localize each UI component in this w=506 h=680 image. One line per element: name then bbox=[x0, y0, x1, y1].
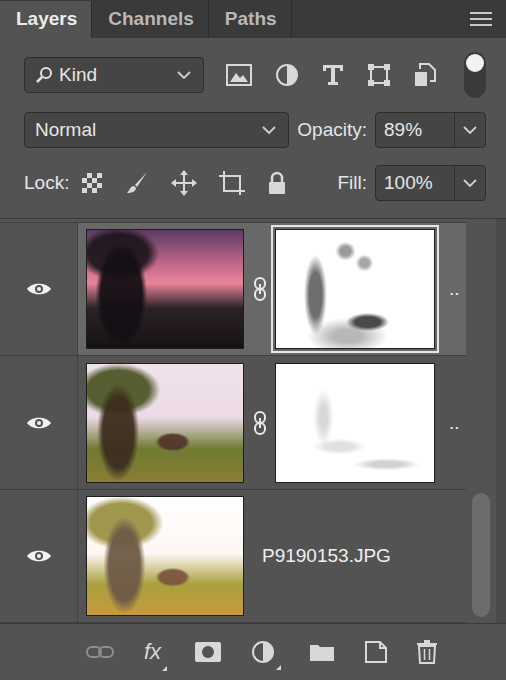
scrollbar[interactable] bbox=[466, 219, 496, 623]
layer-row[interactable]: .. bbox=[0, 356, 466, 489]
layer-mask-thumbnail[interactable] bbox=[275, 229, 435, 349]
type-layer-filter-icon[interactable] bbox=[322, 64, 344, 86]
eye-icon[interactable] bbox=[26, 281, 52, 297]
lock-position-move-icon[interactable] bbox=[171, 170, 197, 196]
layer-list-area: .... P9190153.JPG bbox=[0, 218, 506, 623]
lock-pixels-brush-icon[interactable] bbox=[125, 171, 149, 195]
toggle-knob bbox=[466, 54, 484, 72]
layer-thumbnail[interactable] bbox=[86, 363, 244, 483]
layer-thumbnail[interactable] bbox=[86, 496, 244, 616]
lock-row: Lock: Fill: 100% bbox=[24, 164, 486, 202]
layers-panel: LayersChannelsPathsKindNormalOpacity:89%… bbox=[0, 0, 506, 680]
scrollbar-thumb[interactable] bbox=[472, 493, 490, 617]
panel-menu-icon[interactable] bbox=[470, 12, 492, 26]
delete-layer-trash-icon[interactable] bbox=[417, 640, 437, 664]
new-group-folder-icon[interactable] bbox=[309, 642, 335, 662]
layer-name[interactable]: .. bbox=[449, 278, 460, 300]
chevron-down-icon bbox=[177, 71, 191, 80]
lock-label: Lock: bbox=[24, 172, 69, 194]
link-layers-icon[interactable] bbox=[86, 645, 114, 659]
layer-thumbnail[interactable] bbox=[86, 229, 244, 349]
layer-name[interactable]: P9190153.JPG bbox=[262, 545, 391, 567]
panel-tab[interactable]: Channels bbox=[92, 1, 209, 38]
filter-toggle[interactable] bbox=[464, 52, 486, 98]
mask-link-chain-icon[interactable] bbox=[253, 411, 267, 435]
layer-row[interactable]: .. bbox=[0, 223, 466, 356]
blend-mode-dropdown[interactable]: Normal bbox=[24, 112, 289, 148]
adjustment-layer-filter-icon[interactable] bbox=[275, 63, 299, 87]
pixel-layer-filter-icon[interactable] bbox=[226, 64, 252, 86]
opacity-label: Opacity: bbox=[297, 119, 367, 141]
layers-toolbar: fx bbox=[0, 623, 506, 680]
submenu-triangle-icon bbox=[162, 666, 167, 671]
fill-field[interactable]: 100% bbox=[375, 165, 486, 201]
chevron-down-icon bbox=[262, 126, 276, 135]
chevron-down-icon[interactable] bbox=[463, 179, 477, 188]
lock-artboard-icon[interactable] bbox=[219, 171, 245, 195]
layer-mask-thumbnail[interactable] bbox=[275, 363, 435, 483]
add-mask-icon[interactable] bbox=[195, 642, 221, 662]
panel-tab[interactable]: Layers bbox=[0, 1, 92, 38]
submenu-triangle-icon bbox=[276, 665, 281, 670]
tab-bar: LayersChannelsPaths bbox=[0, 0, 506, 38]
panel-tab[interactable]: Paths bbox=[209, 1, 292, 38]
visibility-toggle[interactable] bbox=[0, 490, 78, 622]
search-icon bbox=[35, 66, 53, 84]
eye-icon[interactable] bbox=[26, 548, 52, 564]
shape-layer-filter-icon[interactable] bbox=[367, 63, 391, 87]
layer-row[interactable]: P9190153.JPG bbox=[0, 490, 466, 623]
opacity-field[interactable]: 89% bbox=[375, 112, 486, 148]
layer-effects-button[interactable]: fx bbox=[144, 639, 165, 665]
fill-label: Fill: bbox=[337, 172, 367, 194]
layer-list: .... P9190153.JPG bbox=[0, 219, 466, 623]
visibility-toggle[interactable] bbox=[0, 356, 78, 488]
chevron-down-icon[interactable] bbox=[463, 126, 477, 135]
mask-link-chain-icon[interactable] bbox=[253, 277, 267, 301]
eye-icon[interactable] bbox=[26, 415, 52, 431]
blend-row: Normal Opacity: 89% bbox=[24, 112, 486, 148]
smart-object-filter-icon[interactable] bbox=[414, 63, 436, 87]
filter-kind-dropdown[interactable]: Kind bbox=[24, 57, 204, 93]
layer-name[interactable]: .. bbox=[449, 412, 460, 434]
visibility-toggle[interactable] bbox=[0, 223, 78, 355]
filter-row: Kind bbox=[24, 52, 486, 98]
new-layer-icon[interactable] bbox=[365, 641, 387, 663]
new-adjustment-layer-icon[interactable] bbox=[251, 640, 275, 664]
lock-transparency-icon[interactable] bbox=[81, 172, 103, 194]
lock-all-padlock-icon[interactable] bbox=[267, 171, 287, 195]
